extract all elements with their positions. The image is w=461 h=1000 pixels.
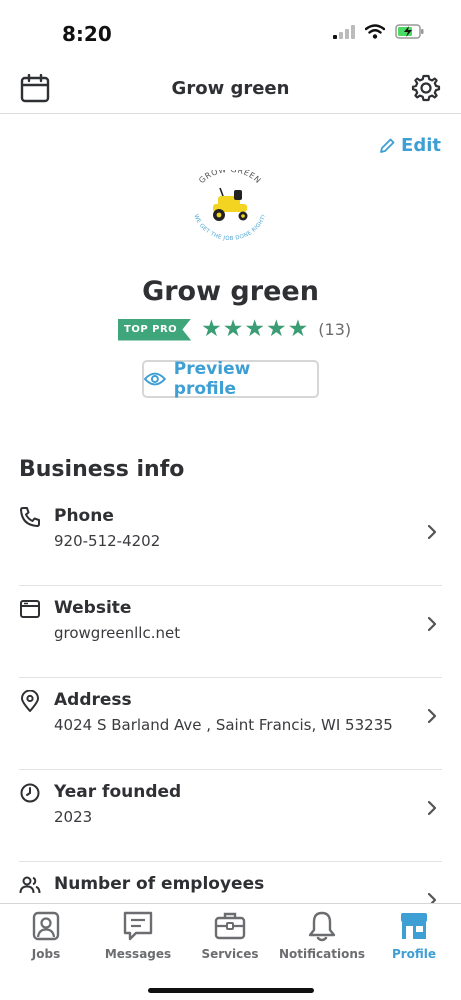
gear-icon[interactable] bbox=[411, 73, 441, 103]
location-pin-icon bbox=[21, 690, 39, 712]
star-rating: ★ ★ ★ ★ ★ bbox=[201, 318, 308, 341]
info-value: 2023 bbox=[54, 808, 93, 826]
edit-label: Edit bbox=[401, 135, 441, 156]
logo-text-top: GROW GREEN bbox=[197, 170, 262, 185]
edit-button[interactable]: Edit bbox=[379, 135, 441, 156]
jobs-icon bbox=[32, 911, 60, 941]
logo-text-bottom: WE GET THE JOB DONE RIGHT! bbox=[192, 214, 267, 242]
tab-label: Jobs bbox=[31, 947, 61, 961]
nav-bar: Grow green bbox=[0, 66, 461, 114]
chevron-right-icon bbox=[427, 800, 437, 816]
business-logo: GROW GREEN WE GET THE JOB DONE RIGHT! bbox=[192, 170, 267, 242]
status-time: 8:20 bbox=[62, 22, 112, 46]
people-icon bbox=[19, 876, 41, 894]
phone-icon bbox=[20, 507, 40, 527]
info-item-website[interactable]: Website growgreenllc.net bbox=[0, 586, 461, 678]
tab-label: Notifications bbox=[278, 947, 366, 961]
status-bar: 8:20 bbox=[0, 0, 461, 66]
pencil-icon bbox=[380, 138, 395, 153]
star-icon: ★ bbox=[287, 316, 309, 342]
review-count: (13) bbox=[318, 320, 352, 339]
info-label: Phone bbox=[54, 506, 114, 526]
tab-profile[interactable]: Profile bbox=[368, 910, 460, 961]
tab-label: Messages bbox=[104, 947, 172, 961]
info-label: Website bbox=[54, 598, 132, 618]
rating-row: TOP PRO ★ ★ ★ ★ ★ (13) bbox=[118, 318, 351, 341]
info-label: Year founded bbox=[54, 782, 182, 802]
chevron-right-icon bbox=[427, 708, 437, 724]
business-name: Grow green bbox=[142, 276, 319, 307]
chevron-right-icon bbox=[427, 616, 437, 632]
preview-profile-label: Preview profile bbox=[173, 359, 251, 399]
preview-profile-button[interactable]: Preview profile bbox=[142, 359, 319, 399]
chevron-right-icon bbox=[427, 524, 437, 540]
tab-label: Services bbox=[201, 947, 259, 961]
page-title: Grow green bbox=[171, 78, 290, 99]
info-label: Address bbox=[54, 690, 132, 710]
star-icon: ★ bbox=[201, 316, 222, 342]
system-icons bbox=[333, 24, 425, 39]
business-info-title: Business info bbox=[19, 457, 185, 482]
star-icon: ★ bbox=[244, 316, 266, 342]
top-pro-badge: TOP PRO bbox=[118, 318, 192, 341]
tab-services[interactable]: Services bbox=[184, 910, 276, 961]
svg-text:GROW GREEN: GROW GREEN bbox=[197, 170, 263, 185]
info-label: Number of employees bbox=[54, 874, 265, 894]
bell-icon bbox=[308, 911, 336, 942]
wifi-icon bbox=[365, 24, 385, 39]
info-item-address[interactable]: Address 4024 S Barland Ave , Saint Franc… bbox=[0, 678, 461, 770]
star-icon: ★ bbox=[222, 316, 244, 342]
info-item-year-founded[interactable]: Year founded 2023 bbox=[0, 770, 461, 862]
info-item-phone[interactable]: Phone 920-512-4202 bbox=[0, 494, 461, 586]
tab-jobs[interactable]: Jobs bbox=[0, 910, 92, 961]
eye-icon bbox=[144, 372, 166, 386]
storefront-icon bbox=[401, 913, 427, 939]
tab-messages[interactable]: Messages bbox=[92, 910, 184, 961]
tab-bar: Jobs Messages Services Notifications Pro… bbox=[0, 903, 461, 1000]
messages-icon bbox=[123, 911, 153, 941]
star-icon: ★ bbox=[266, 316, 287, 342]
svg-text:WE GET THE JOB DONE RIGHT!: WE GET THE JOB DONE RIGHT! bbox=[192, 214, 267, 242]
tab-label: Profile bbox=[391, 947, 437, 961]
tab-notifications[interactable]: Notifications bbox=[276, 910, 368, 961]
website-icon bbox=[20, 600, 40, 618]
info-value: 920-512-4202 bbox=[54, 532, 161, 550]
home-indicator bbox=[148, 988, 314, 993]
info-value: growgreenllc.net bbox=[54, 624, 181, 642]
battery-charging-icon bbox=[395, 24, 424, 39]
signal-icon bbox=[333, 24, 355, 39]
briefcase-icon bbox=[214, 912, 246, 940]
info-value: 4024 S Barland Ave , Saint Francis, WI 5… bbox=[54, 716, 393, 734]
clock-icon bbox=[20, 783, 40, 803]
